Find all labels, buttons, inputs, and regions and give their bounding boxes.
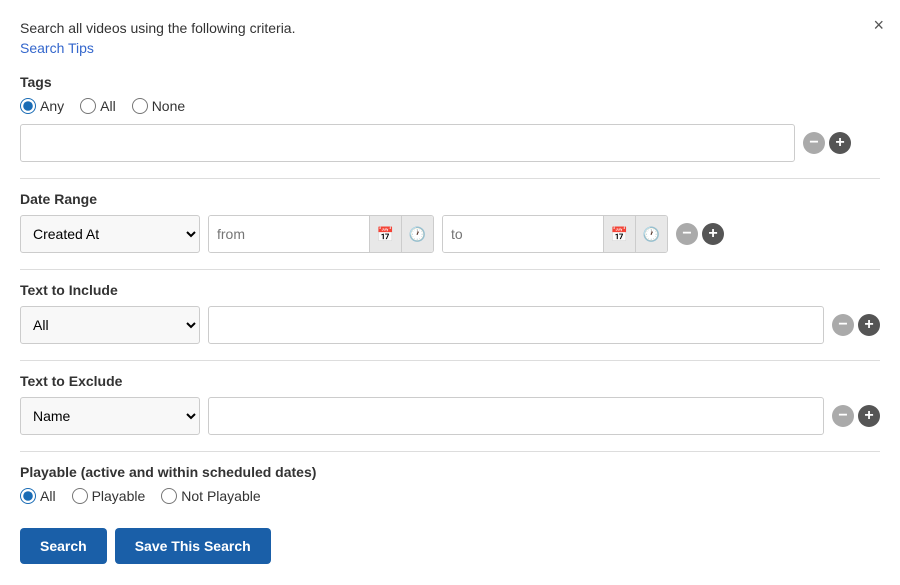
save-search-button[interactable]: Save This Search <box>115 528 271 564</box>
date-from-wrapper: 📅 🕐 <box>208 215 434 253</box>
tags-add-button[interactable]: + <box>829 132 851 154</box>
date-add-button[interactable]: + <box>702 223 724 245</box>
text-exclude-section: Text to Exclude Name All Description Tag… <box>20 373 880 435</box>
date-remove-button[interactable]: − <box>676 223 698 245</box>
date-range-label: Date Range <box>20 191 880 207</box>
playable-label: Playable (active and within scheduled da… <box>20 464 880 480</box>
tags-option-all[interactable]: All <box>80 98 116 114</box>
playable-section: Playable (active and within scheduled da… <box>20 464 880 504</box>
tags-any-label: Any <box>40 98 64 114</box>
divider-2 <box>20 269 880 270</box>
tags-none-label: None <box>152 98 185 114</box>
date-range-section: Date Range Created At Updated At Publish… <box>20 191 880 253</box>
tags-controls: − + <box>803 132 851 154</box>
tags-remove-button[interactable]: − <box>803 132 825 154</box>
text-include-row: All Name Description Tags − + <box>20 306 880 344</box>
date-controls: − + <box>676 223 724 245</box>
date-from-input[interactable] <box>209 216 369 252</box>
playable-option-playable[interactable]: Playable <box>72 488 146 504</box>
text-include-label: Text to Include <box>20 282 880 298</box>
text-exclude-remove-button[interactable]: − <box>832 405 854 427</box>
tags-input-row: − + <box>20 124 880 162</box>
playable-radio-playable[interactable] <box>72 488 88 504</box>
tags-label: Tags <box>20 74 880 90</box>
search-tips-link[interactable]: Search Tips <box>20 40 94 56</box>
tags-input[interactable] <box>20 124 795 162</box>
text-exclude-input[interactable] <box>208 397 824 435</box>
playable-option-all[interactable]: All <box>20 488 56 504</box>
footer-buttons: Search Save This Search <box>20 528 880 564</box>
divider-4 <box>20 451 880 452</box>
text-include-input[interactable] <box>208 306 824 344</box>
close-button[interactable]: × <box>873 16 884 34</box>
tags-radio-any[interactable] <box>20 98 36 114</box>
tags-section: Tags Any All None − + <box>20 74 880 162</box>
search-button[interactable]: Search <box>20 528 107 564</box>
tags-option-any[interactable]: Any <box>20 98 64 114</box>
text-include-controls: − + <box>832 314 880 336</box>
text-include-add-button[interactable]: + <box>858 314 880 336</box>
date-from-clock-button[interactable]: 🕐 <box>401 216 433 252</box>
tags-option-none[interactable]: None <box>132 98 185 114</box>
text-include-section: Text to Include All Name Description Tag… <box>20 282 880 344</box>
divider-1 <box>20 178 880 179</box>
tags-radio-none[interactable] <box>132 98 148 114</box>
playable-all-label: All <box>40 488 56 504</box>
tags-radio-all[interactable] <box>80 98 96 114</box>
text-exclude-add-button[interactable]: + <box>858 405 880 427</box>
text-include-remove-button[interactable]: − <box>832 314 854 336</box>
tags-radio-group: Any All None <box>20 98 880 114</box>
playable-radio-not-playable[interactable] <box>161 488 177 504</box>
date-range-row: Created At Updated At Published At 📅 🕐 📅… <box>20 215 880 253</box>
playable-radio-group: All Playable Not Playable <box>20 488 880 504</box>
text-include-select[interactable]: All Name Description Tags <box>20 306 200 344</box>
date-to-clock-button[interactable]: 🕐 <box>635 216 667 252</box>
divider-3 <box>20 360 880 361</box>
date-to-calendar-button[interactable]: 📅 <box>603 216 635 252</box>
intro-text: Search all videos using the following cr… <box>20 20 880 36</box>
date-to-wrapper: 📅 🕐 <box>442 215 668 253</box>
playable-playable-label: Playable <box>92 488 146 504</box>
playable-not-playable-label: Not Playable <box>181 488 260 504</box>
text-exclude-controls: − + <box>832 405 880 427</box>
text-exclude-select[interactable]: Name All Description Tags <box>20 397 200 435</box>
playable-radio-all[interactable] <box>20 488 36 504</box>
playable-option-not-playable[interactable]: Not Playable <box>161 488 260 504</box>
date-range-select[interactable]: Created At Updated At Published At <box>20 215 200 253</box>
text-exclude-row: Name All Description Tags − + <box>20 397 880 435</box>
tags-all-label: All <box>100 98 116 114</box>
date-to-input[interactable] <box>443 216 603 252</box>
text-exclude-label: Text to Exclude <box>20 373 880 389</box>
date-from-calendar-button[interactable]: 📅 <box>369 216 401 252</box>
